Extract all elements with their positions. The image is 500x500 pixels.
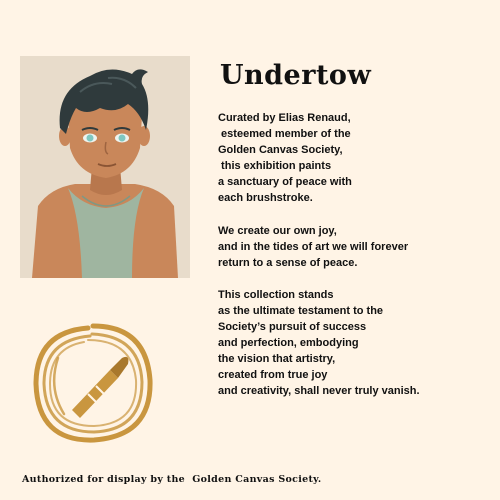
description-line: each brushstroke. [218,192,313,205]
description-line: Curated by Elias Renaud, [218,112,351,124]
description-line: created from true joy [218,369,328,382]
exhibition-title: Undertow [220,60,372,91]
description-line: esteemed member of the [218,128,351,141]
description-line: We create our own joy, [218,224,337,237]
description-line: Golden Canvas Society, [218,144,343,157]
exhibition-description: Curated by Elias Renaud, esteemed member… [218,110,488,400]
golden-brush-emblem-icon [33,323,153,443]
description-line: the vision that artistry, [218,353,336,366]
description-line: and in the tides of art we will forever [218,240,409,253]
description-line: Society’s pursuit of success [218,321,367,334]
description-line: this exhibition paints [218,160,332,173]
description-line: return to a sense of peace. [218,256,358,269]
description-line: and creativity, shall never truly vanish… [218,385,420,398]
golden-canvas-emblem [28,318,158,448]
description-line: and perfection, embodying [218,337,359,350]
authorization-notice: Authorized for display by the Golden Can… [22,474,322,485]
description-line: a sanctuary of peace with [218,176,352,189]
curator-portrait [20,56,190,278]
description-line: as the ultimate testament to the [218,304,384,317]
portrait-illustration-icon [32,69,178,278]
description-line: This collection stands [218,288,334,301]
